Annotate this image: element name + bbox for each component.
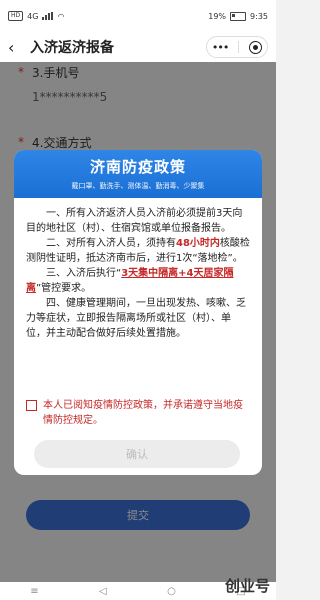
policy-para-1: 一、所有入济返济人员入济前必须提前3天向目的地社区（村）、住宿宾馆或单位报备报告…: [26, 208, 243, 234]
home-circle-icon[interactable]: ○: [167, 586, 176, 597]
para2-text: 二、对所有入济人员，须持有: [46, 238, 176, 249]
status-right: 19% 9:35: [208, 11, 268, 21]
watermark: 创业号: [224, 577, 270, 595]
policy-para-3: 三、入济后执行“3天集中隔离+4天居家隔离”管控要求。: [26, 266, 250, 296]
battery-percent: 19%: [208, 11, 227, 21]
confirm-button[interactable]: 确认: [34, 440, 240, 468]
clock: 9:35: [250, 11, 268, 21]
scroll-fade: [14, 380, 262, 394]
capsule-divider: [238, 41, 240, 53]
para2-highlight: 48小时内: [176, 238, 220, 249]
status-left: HD 4G ◠: [8, 11, 64, 21]
close-circle-icon[interactable]: [249, 40, 263, 54]
more-icon[interactable]: •••: [212, 41, 229, 54]
hd-indicator: HD: [8, 11, 24, 21]
policy-para-4: 四、健康管理期间，一旦出现发热、咳嗽、乏力等症状，立即报告隔离场所或社区（村）、…: [26, 298, 246, 339]
nav-bar: ‹ 入济返济报备 •••: [0, 32, 276, 62]
consent-row[interactable]: 本人已阅知疫情防控政策，并承诺遵守当地疫情防控规定。: [14, 394, 262, 428]
modal-title: 济南防疫政策: [89, 158, 186, 176]
page-title: 入济返济报备: [30, 40, 114, 56]
back-triangle-icon[interactable]: ◁: [99, 586, 107, 597]
modal-subtitle: 戴口罩、勤洗手、测体温、勤消毒、少聚集: [71, 182, 205, 190]
signal-icon: [42, 12, 54, 20]
policy-text[interactable]: 一、所有入济返济人员入济前必须提前3天向目的地社区（村）、住宿宾馆或单位报备报告…: [14, 198, 262, 394]
para3-text-rest: ”管控要求。: [36, 283, 92, 294]
consent-text: 本人已阅知疫情防控政策，并承诺遵守当地疫情防控规定。: [43, 400, 243, 426]
policy-para-2: 二、对所有入济人员，须持有48小时内核酸检测阴性证明，抵达济南市后，进行1次“落…: [26, 236, 250, 266]
para3-text: 三、入济后执行“: [46, 268, 122, 279]
network-indicator: 4G: [27, 11, 39, 21]
miniapp-capsule: •••: [206, 36, 268, 58]
status-bar: HD 4G ◠ 19% 9:35: [0, 0, 276, 32]
battery-icon: [230, 11, 247, 21]
menu-icon[interactable]: ≡: [30, 586, 38, 597]
back-chevron-icon[interactable]: ‹: [8, 38, 24, 57]
consent-checkbox[interactable]: [26, 400, 37, 411]
modal-header: 济南防疫政策 戴口罩、勤洗手、测体温、勤消毒、少聚集: [14, 150, 262, 198]
policy-modal: 济南防疫政策 戴口罩、勤洗手、测体温、勤消毒、少聚集 一、所有入济返济人员入济前…: [14, 150, 262, 475]
wifi-icon: ◠: [57, 11, 65, 21]
